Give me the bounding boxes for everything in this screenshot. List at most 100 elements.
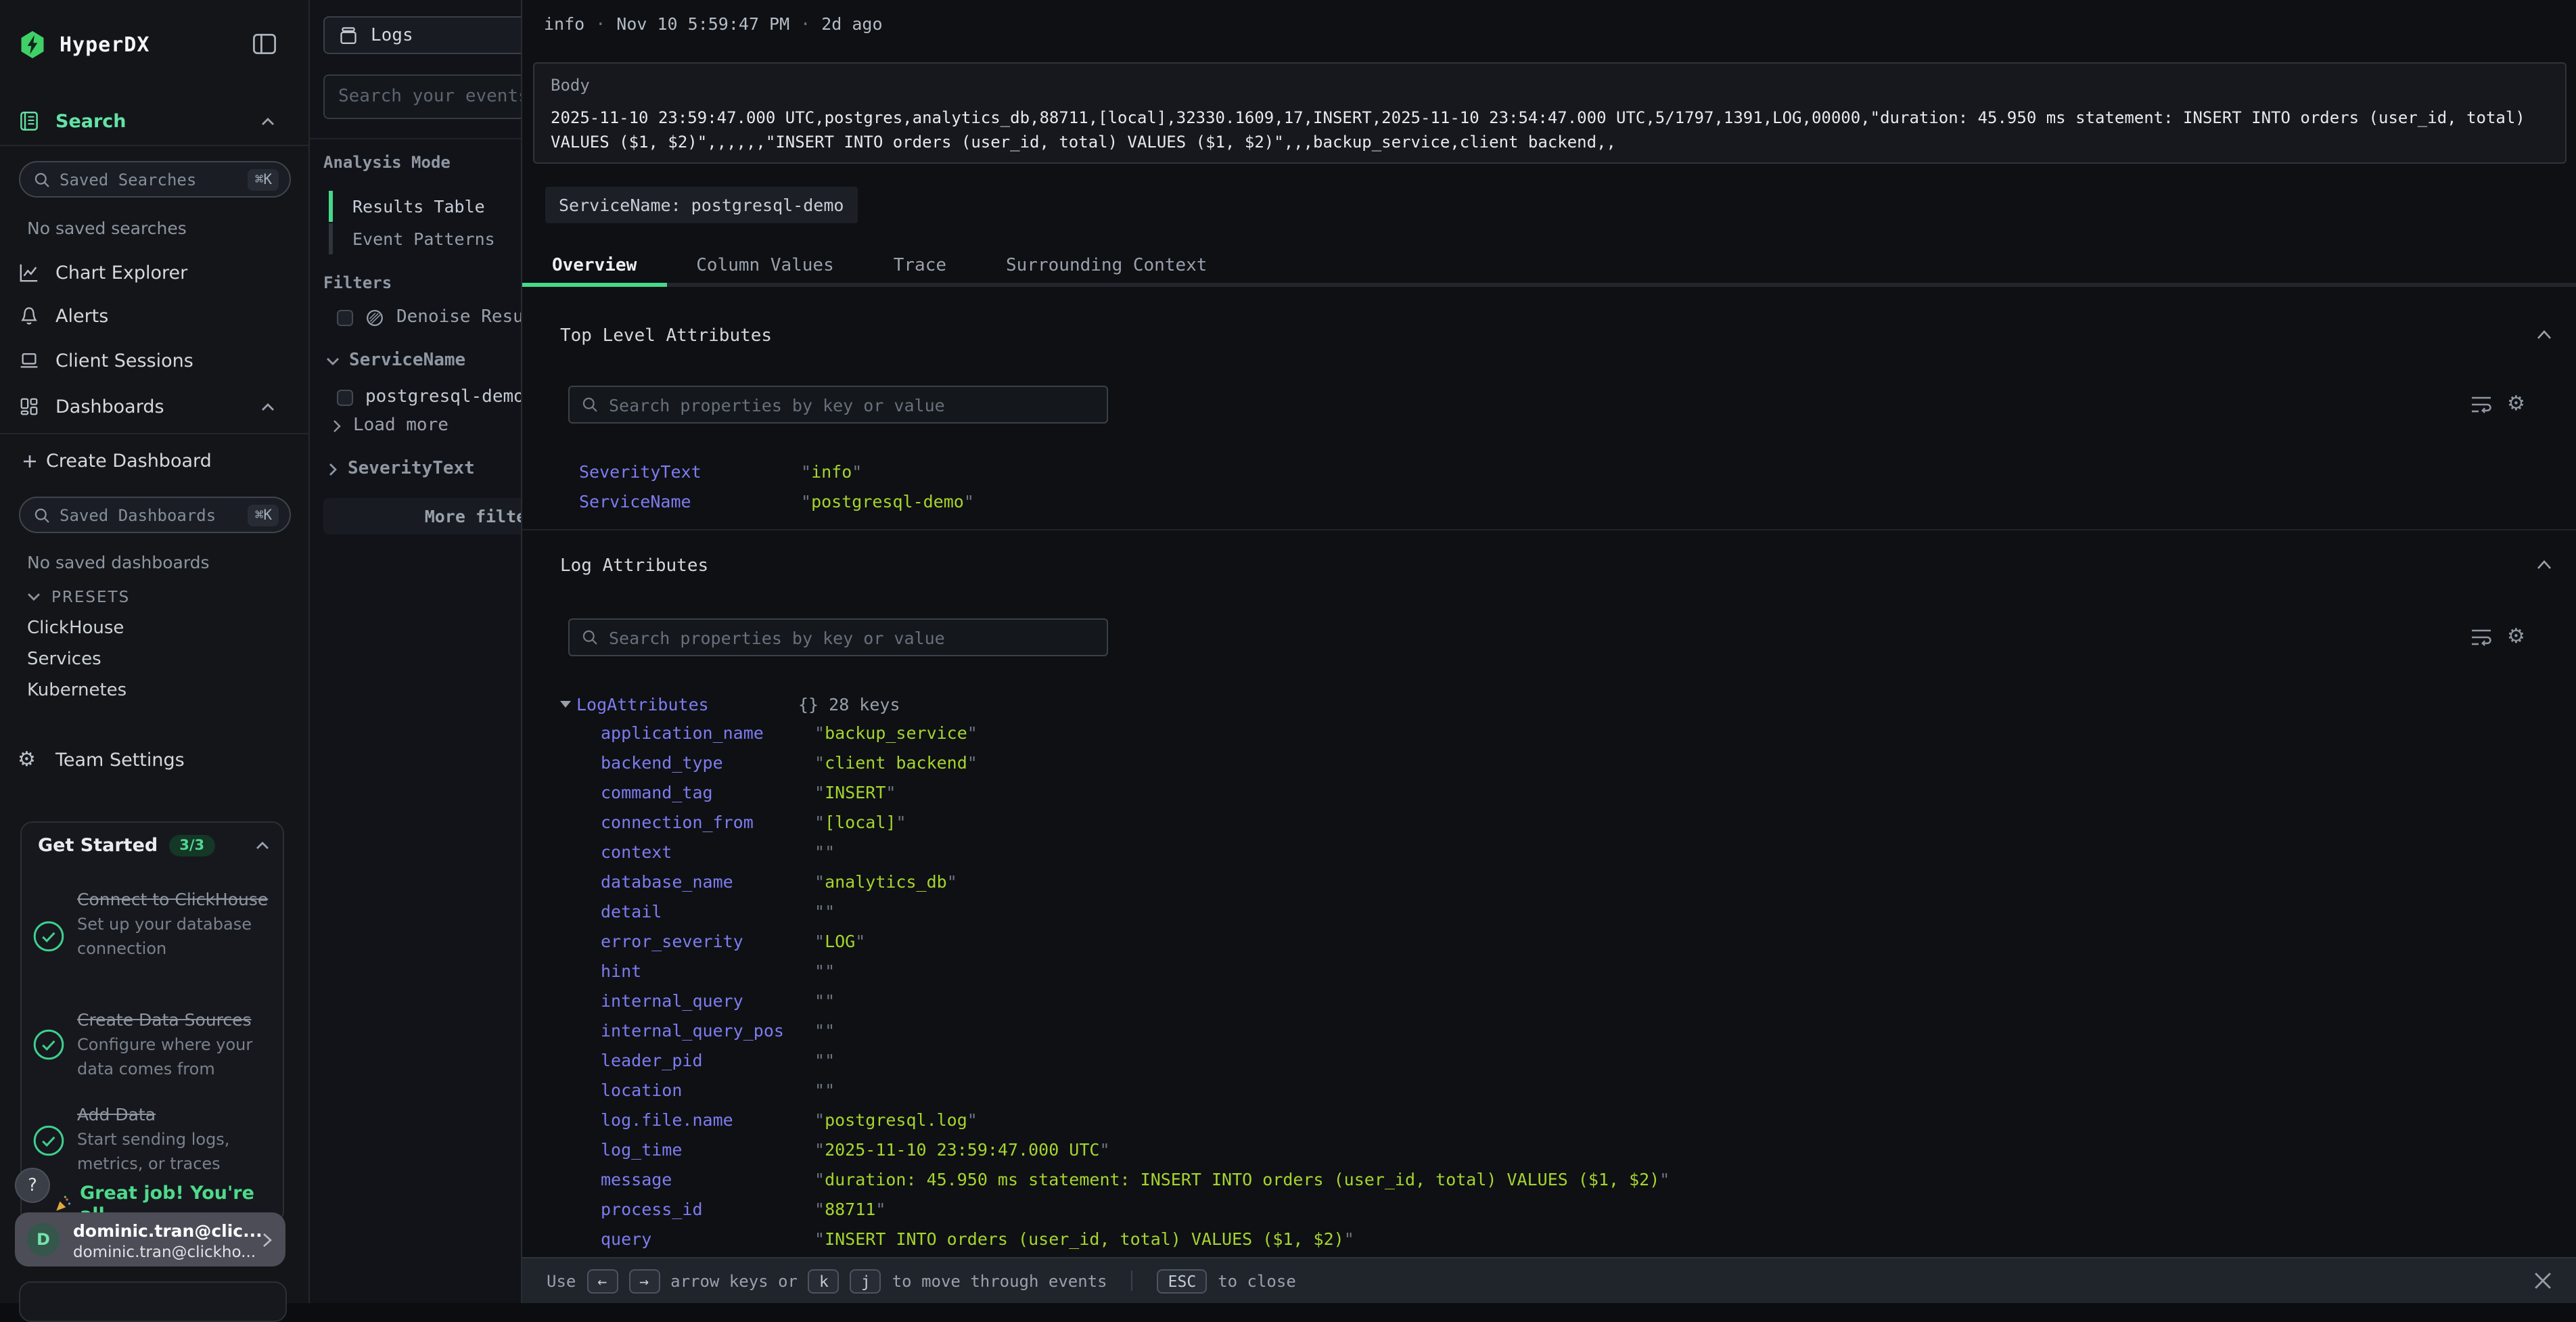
source-select[interactable]: Logs: [323, 16, 521, 54]
event-search-input[interactable]: [338, 87, 521, 107]
saved-dashboards-field[interactable]: [60, 505, 248, 524]
attribute-key[interactable]: backend_type: [601, 752, 814, 772]
top-level-search-input[interactable]: [609, 394, 1095, 415]
get-started-step[interactable]: Add Data Start sending logs, metrics, or…: [77, 1100, 269, 1176]
log-attributes-root-row[interactable]: LogAttributes {} 28 keys: [560, 689, 709, 719]
attribute-value[interactable]: [814, 841, 2495, 861]
get-started-toggle[interactable]: Get Started 3/3: [38, 835, 269, 857]
attribute-key[interactable]: command_tag: [601, 781, 814, 802]
attribute-value[interactable]: LOG: [814, 930, 2495, 951]
help-button[interactable]: ?: [15, 1168, 50, 1203]
attribute-value[interactable]: 88711: [814, 1198, 2495, 1218]
preset-clickhouse[interactable]: ClickHouse: [27, 618, 124, 639]
collapse-section-icon[interactable]: [2537, 330, 2552, 340]
saved-searches-input[interactable]: ⌘K: [19, 161, 291, 198]
attribute-value[interactable]: [local]: [814, 811, 2495, 831]
attribute-key[interactable]: log.file.name: [601, 1109, 814, 1129]
filter-value-postgresql-demo[interactable]: postgresql-demo: [337, 387, 521, 407]
get-started-step[interactable]: Connect to ClickHouse Set up your databa…: [77, 885, 269, 961]
attribute-key[interactable]: hint: [601, 960, 814, 980]
presets-toggle[interactable]: PRESETS: [27, 586, 130, 608]
attribute-key[interactable]: ServiceName: [579, 491, 801, 511]
attribute-value[interactable]: [814, 1049, 2495, 1070]
tab-trace[interactable]: Trace: [864, 246, 976, 283]
attribute-value[interactable]: info: [801, 461, 1797, 481]
mode-results-table[interactable]: Results Table: [329, 191, 521, 222]
attribute-value[interactable]: postgresql-demo: [801, 491, 1797, 511]
attribute-key[interactable]: process_id: [601, 1198, 814, 1218]
log-attributes-search-box[interactable]: [568, 618, 1108, 656]
saved-dashboards-input[interactable]: ⌘K: [19, 497, 291, 533]
filter-group-severitytext[interactable]: SeverityText: [329, 459, 475, 479]
attribute-key[interactable]: leader_pid: [601, 1049, 814, 1070]
attribute-key[interactable]: detail: [601, 901, 814, 921]
preset-kubernetes[interactable]: Kubernetes: [27, 681, 127, 701]
attribute-key[interactable]: application_name: [601, 722, 814, 742]
attribute-key[interactable]: log_time: [601, 1139, 814, 1159]
event-search-box[interactable]: [323, 74, 521, 119]
mode-event-patterns[interactable]: Event Patterns: [329, 223, 521, 254]
attribute-value[interactable]: INSERT: [814, 781, 2495, 802]
attribute-value[interactable]: INSERT INTO orders (user_id, total) VALU…: [814, 1228, 2495, 1248]
sidebar-collapse-icon[interactable]: [253, 34, 276, 54]
attribute-value[interactable]: analytics_db: [814, 871, 2495, 891]
user-menu[interactable]: D dominic.tran@clic... dominic.tran@clic…: [15, 1212, 285, 1267]
attribute-value[interactable]: postgresql.log: [814, 1109, 2495, 1129]
service-checkbox[interactable]: [337, 389, 353, 405]
preset-services[interactable]: Services: [27, 649, 101, 670]
log-body-box: Body 2025-11-10 23:59:47.000 UTC,postgre…: [533, 62, 2567, 164]
service-name-chip[interactable]: ServiceName: postgresql-demo: [545, 187, 857, 223]
step-desc: Set up your database connection: [77, 913, 269, 961]
get-started-step[interactable]: Create Data Sources Configure where your…: [77, 1005, 269, 1081]
attribute-key[interactable]: internal_query: [601, 990, 814, 1010]
sidebar-item-client-sessions[interactable]: Client Sessions: [0, 345, 308, 378]
tab-overview[interactable]: Overview: [522, 246, 666, 283]
attribute-value[interactable]: backup_service: [814, 722, 2495, 742]
sidebar-item-search[interactable]: Search: [0, 106, 308, 138]
denoise-checkbox[interactable]: [337, 309, 353, 325]
gear-icon[interactable]: ⚙: [2507, 391, 2525, 415]
search-icon: [582, 396, 598, 413]
filter-group-servicename[interactable]: ServiceName: [326, 350, 465, 371]
attribute-key[interactable]: message: [601, 1168, 814, 1189]
attribute-key[interactable]: internal_query_pos: [601, 1020, 814, 1040]
sidebar-item-alerts[interactable]: Alerts: [0, 300, 308, 333]
chevron-up-icon[interactable]: [261, 403, 275, 411]
log-attributes-search-input[interactable]: [609, 627, 1095, 647]
sidebar-item-dashboards[interactable]: Dashboards: [0, 391, 308, 424]
attribute-key[interactable]: query: [601, 1228, 814, 1248]
wrap-lines-icon[interactable]: [2470, 628, 2492, 647]
attribute-value[interactable]: client backend: [814, 752, 2495, 772]
collapse-section-icon[interactable]: [2537, 560, 2552, 570]
close-icon[interactable]: [2534, 1272, 2552, 1290]
attribute-key[interactable]: error_severity: [601, 930, 814, 951]
attribute-value[interactable]: duration: 45.950 ms statement: INSERT IN…: [814, 1168, 2495, 1189]
load-more-button[interactable]: Load more: [333, 415, 448, 436]
tab-column-values[interactable]: Column Values: [666, 246, 864, 283]
attribute-key[interactable]: database_name: [601, 871, 814, 891]
sidebar-item-team-settings[interactable]: ⚙ Team Settings: [0, 744, 308, 777]
attribute-value[interactable]: 2025-11-10 23:59:47.000 UTC: [814, 1139, 2495, 1159]
attribute-key[interactable]: connection_from: [601, 811, 814, 831]
chevron-up-icon[interactable]: [261, 118, 275, 126]
attribute-value[interactable]: [814, 960, 2495, 980]
top-level-search-box[interactable]: [568, 386, 1108, 424]
attribute-key[interactable]: context: [601, 841, 814, 861]
gear-icon[interactable]: ⚙: [2507, 624, 2525, 648]
attribute-key[interactable]: LogAttributes: [576, 693, 709, 714]
create-dashboard-button[interactable]: Create Dashboard: [0, 445, 308, 478]
attribute-value[interactable]: [814, 1079, 2495, 1099]
attribute-value[interactable]: [814, 990, 2495, 1010]
wrap-lines-icon[interactable]: [2470, 395, 2492, 414]
attribute-value[interactable]: [814, 1020, 2495, 1040]
attribute-value[interactable]: [814, 901, 2495, 921]
denoise-filter-row[interactable]: Denoise Results: [337, 307, 521, 327]
attribute-row: queryINSERT INTO orders (user_id, total)…: [601, 1223, 2495, 1253]
sidebar-item-chart-explorer[interactable]: Chart Explorer: [0, 257, 308, 290]
tab-surrounding-context[interactable]: Surrounding Context: [976, 246, 1237, 283]
attribute-key[interactable]: SeverityText: [579, 461, 801, 481]
top-level-attributes-list: SeverityText info ServiceName postgresql…: [579, 456, 1797, 516]
saved-searches-field[interactable]: [60, 170, 248, 189]
attribute-key[interactable]: location: [601, 1079, 814, 1099]
more-filters-button[interactable]: More filters: [323, 498, 521, 534]
